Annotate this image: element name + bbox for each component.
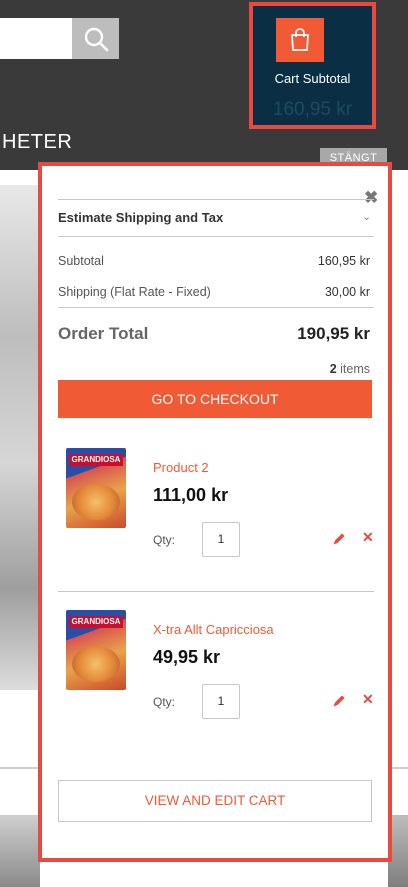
qty-input[interactable]: 1 bbox=[202, 522, 240, 557]
cart-item: GRANDIOSA X-tra Allt Capricciosa 49,95 k… bbox=[58, 610, 374, 740]
cart-summary-block[interactable]: Cart Subtotal 160,95 kr bbox=[249, 2, 376, 129]
item-count-number: 2 bbox=[329, 362, 337, 376]
search-button[interactable] bbox=[72, 18, 119, 59]
search-input[interactable] bbox=[0, 18, 72, 59]
shipping-value: 30,00 kr bbox=[324, 285, 370, 299]
item-count-suffix: items bbox=[336, 362, 370, 376]
pizza-illustration bbox=[72, 646, 120, 682]
search-icon bbox=[84, 27, 108, 51]
cart-subtotal-label: Cart Subtotal bbox=[274, 71, 351, 86]
product-brand: GRANDIOSA bbox=[69, 454, 123, 466]
product-name-link[interactable]: X-tra Allt Capricciosa bbox=[153, 622, 274, 637]
pencil-icon[interactable] bbox=[332, 694, 346, 708]
nav-label[interactable]: HETER bbox=[2, 131, 72, 154]
product-image[interactable]: GRANDIOSA bbox=[66, 448, 126, 528]
cart-item: GRANDIOSA Product 2 111,00 kr Qty: 1 ✕ bbox=[58, 448, 374, 578]
background-product-image bbox=[0, 815, 40, 887]
remove-icon[interactable]: ✕ bbox=[362, 691, 374, 708]
shopping-bag-icon bbox=[291, 28, 309, 51]
product-name-link[interactable]: Product 2 bbox=[153, 460, 209, 475]
estimate-shipping-toggle[interactable]: Estimate Shipping and Tax bbox=[58, 210, 223, 225]
product-price: 111,00 kr bbox=[153, 485, 229, 505]
close-icon[interactable]: ✖ bbox=[364, 188, 378, 208]
item-count: 2 items bbox=[330, 362, 370, 376]
subtotal-value: 160,95 kr bbox=[317, 254, 370, 268]
qty-input[interactable]: 1 bbox=[202, 684, 240, 719]
product-image[interactable]: GRANDIOSA bbox=[66, 610, 126, 690]
pencil-icon[interactable] bbox=[332, 532, 346, 546]
cart-icon-box bbox=[276, 18, 324, 62]
qty-label: Qty: bbox=[153, 533, 176, 547]
view-edit-cart-button[interactable]: VIEW AND EDIT CART bbox=[58, 780, 372, 822]
product-price: 49,95 kr bbox=[153, 647, 221, 667]
divider bbox=[58, 307, 374, 308]
remove-icon[interactable]: ✕ bbox=[362, 529, 374, 546]
product-brand: GRANDIOSA bbox=[69, 616, 123, 628]
chevron-down-icon[interactable]: ⌄ bbox=[362, 210, 371, 223]
divider bbox=[58, 591, 374, 592]
shipping-label: Shipping (Flat Rate - Fixed) bbox=[58, 285, 211, 299]
divider bbox=[58, 236, 374, 237]
background-image bbox=[0, 185, 40, 690]
pizza-illustration bbox=[72, 484, 120, 520]
divider bbox=[58, 199, 374, 200]
minicart-dropdown: ✖ Estimate Shipping and Tax ⌄ Subtotal 1… bbox=[38, 162, 392, 862]
order-total-label: Order Total bbox=[58, 324, 149, 343]
subtotal-label: Subtotal bbox=[58, 254, 104, 268]
cart-subtotal-amount: 160,95 kr bbox=[272, 99, 353, 120]
qty-label: Qty: bbox=[153, 695, 176, 709]
order-total-value: 190,95 kr bbox=[297, 324, 370, 343]
checkout-button[interactable]: GO TO CHECKOUT bbox=[58, 380, 372, 418]
